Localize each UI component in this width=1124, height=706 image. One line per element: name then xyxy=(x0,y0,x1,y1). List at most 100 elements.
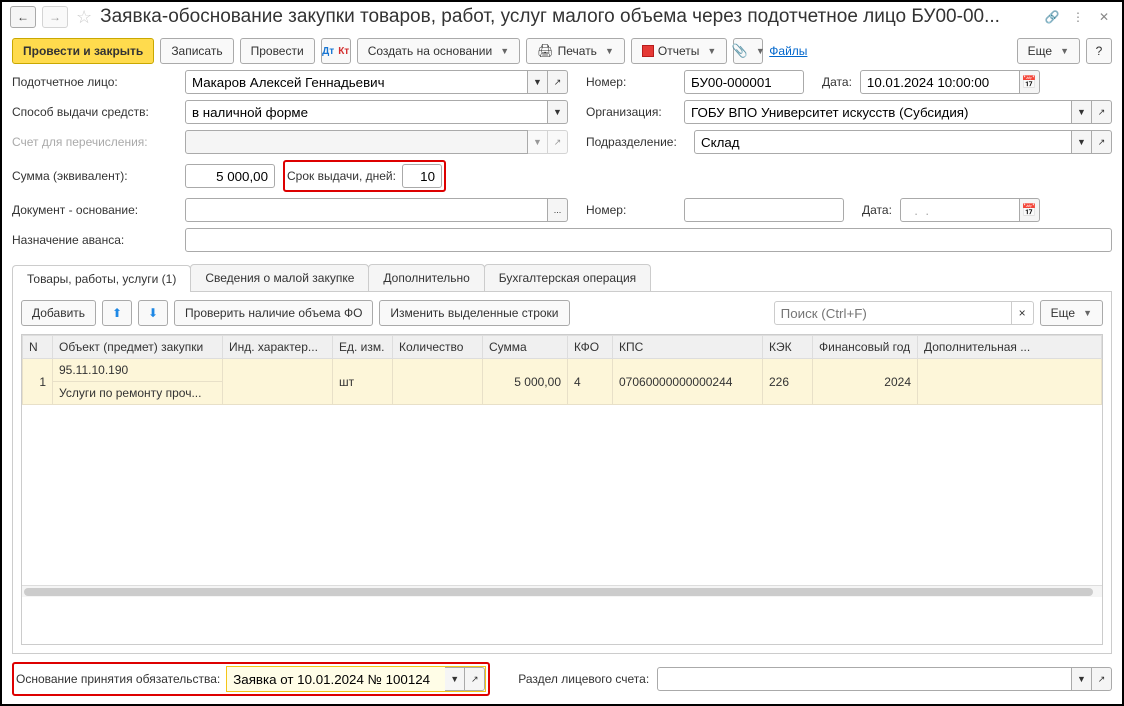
dropdown-button[interactable]: ▼ xyxy=(1072,130,1092,154)
open-button[interactable]: ↗ xyxy=(1092,667,1112,691)
docnum-label: Номер: xyxy=(586,203,676,217)
tab-accounting[interactable]: Бухгалтерская операция xyxy=(484,264,651,291)
docbase-input[interactable] xyxy=(185,198,548,222)
help-button[interactable]: ? xyxy=(1086,38,1112,64)
tab-more-button[interactable]: Еще▼ xyxy=(1040,300,1103,326)
basis-input[interactable] xyxy=(227,667,445,691)
calendar-button[interactable] xyxy=(1020,70,1040,94)
date-input[interactable] xyxy=(860,70,1020,94)
close-icon[interactable]: ✕ xyxy=(1094,7,1114,27)
col-kfo[interactable]: КФО xyxy=(568,336,613,359)
cell-extra xyxy=(918,359,1102,405)
accountable-label: Подотчетное лицо: xyxy=(12,75,177,89)
col-extra[interactable]: Дополнительная ... xyxy=(918,336,1102,359)
chevron-down-icon: ▼ xyxy=(1060,46,1069,56)
print-button[interactable]: Печать▼ xyxy=(526,38,625,64)
cell-n: 1 xyxy=(23,359,53,405)
number-label: Номер: xyxy=(586,75,676,89)
files-link[interactable]: Файлы xyxy=(769,44,807,58)
title-bar: ← → ☆ Заявка-обоснование закупки товаров… xyxy=(2,2,1122,32)
tab-goods[interactable]: Товары, работы, услуги (1) xyxy=(12,265,191,292)
tab-purchase-info[interactable]: Сведения о малой закупке xyxy=(190,264,369,291)
submit-button[interactable]: Провести xyxy=(240,38,315,64)
reports-button[interactable]: Отчеты▼ xyxy=(631,38,727,64)
report-icon xyxy=(642,45,654,57)
search-input[interactable] xyxy=(774,301,1012,325)
account-label: Счет для перечисления: xyxy=(12,135,177,149)
nav-back-button[interactable]: ← xyxy=(10,6,36,28)
table-row[interactable]: 1 95.11.10.190 шт 5 000,00 4 07060000000… xyxy=(23,359,1102,382)
cell-kps: 07060000000000244 xyxy=(613,359,763,405)
move-up-button[interactable]: ⬆ xyxy=(102,300,132,326)
org-input[interactable] xyxy=(684,100,1072,124)
open-button[interactable]: ↗ xyxy=(1092,130,1112,154)
method-input[interactable] xyxy=(185,100,548,124)
docnum-input[interactable] xyxy=(684,198,844,222)
period-label: Срок выдачи, дней: xyxy=(287,169,396,183)
chevron-down-icon: ▼ xyxy=(707,46,716,56)
h-scrollbar[interactable] xyxy=(22,585,1102,597)
dropdown-button[interactable]: ▼ xyxy=(1072,100,1092,124)
link-icon[interactable]: 🔗 xyxy=(1042,7,1062,27)
edit-rows-button[interactable]: Изменить выделенные строки xyxy=(379,300,569,326)
dropdown-button[interactable]: ▼ xyxy=(548,100,568,124)
number-input[interactable] xyxy=(684,70,804,94)
create-based-button[interactable]: Создать на основании▼ xyxy=(357,38,520,64)
open-button: ↗ xyxy=(548,130,568,154)
favorite-icon[interactable]: ☆ xyxy=(76,7,92,28)
org-label: Организация: xyxy=(586,105,676,119)
tabs: Товары, работы, услуги (1) Сведения о ма… xyxy=(12,264,1112,292)
dtkt-button[interactable]: ДтКт xyxy=(321,38,351,64)
cell-sum: 5 000,00 xyxy=(483,359,568,405)
accountable-input[interactable] xyxy=(185,70,528,94)
attach-button[interactable]: ▼ xyxy=(733,38,763,64)
more-button[interactable]: Еще▼ xyxy=(1017,38,1080,64)
dropdown-button[interactable]: ▼ xyxy=(445,667,465,691)
col-kps[interactable]: КПС xyxy=(613,336,763,359)
period-input[interactable] xyxy=(402,164,442,188)
dept-label: Подразделение: xyxy=(586,135,686,149)
submit-close-button[interactable]: Провести и закрыть xyxy=(12,38,154,64)
col-ind[interactable]: Инд. характер... xyxy=(223,336,333,359)
col-unit[interactable]: Ед. изм. xyxy=(333,336,393,359)
nav-forward-button[interactable]: → xyxy=(42,6,68,28)
save-button[interactable]: Записать xyxy=(160,38,233,64)
col-object[interactable]: Объект (предмет) закупки xyxy=(53,336,223,359)
ellipsis-button[interactable]: ... xyxy=(548,198,568,222)
dropdown-button[interactable]: ▼ xyxy=(528,70,548,94)
sum-input[interactable] xyxy=(185,164,275,188)
account-section-input[interactable] xyxy=(657,667,1072,691)
cell-unit: шт xyxy=(333,359,393,405)
chevron-down-icon: ▼ xyxy=(756,46,765,56)
docdate-input[interactable] xyxy=(900,198,1020,222)
add-button[interactable]: Добавить xyxy=(21,300,96,326)
open-button[interactable]: ↗ xyxy=(465,667,485,691)
dept-input[interactable] xyxy=(694,130,1072,154)
check-volume-button[interactable]: Проверить наличие объема ФО xyxy=(174,300,373,326)
advance-input[interactable] xyxy=(185,228,1112,252)
dropdown-button[interactable]: ▼ xyxy=(1072,667,1092,691)
move-down-button[interactable]: ⬇ xyxy=(138,300,168,326)
col-kek[interactable]: КЭК xyxy=(763,336,813,359)
form-body: Подотчетное лицо: ▼ ↗ Номер: Дата: Спосо… xyxy=(2,70,1122,704)
col-n[interactable]: N xyxy=(23,336,53,359)
col-finyear[interactable]: Финансовый год xyxy=(813,336,918,359)
search-clear-button[interactable]: × xyxy=(1012,301,1034,325)
cell-kfo: 4 xyxy=(568,359,613,405)
period-highlight: Срок выдачи, дней: xyxy=(283,160,446,192)
kebab-icon[interactable]: ⋮ xyxy=(1068,7,1088,27)
open-button[interactable]: ↗ xyxy=(548,70,568,94)
calendar-icon xyxy=(1022,75,1037,89)
sum-label: Сумма (эквивалент): xyxy=(12,169,177,183)
account-section-label: Раздел лицевого счета: xyxy=(518,672,649,686)
cell-kek: 226 xyxy=(763,359,813,405)
col-qty[interactable]: Количество xyxy=(393,336,483,359)
calendar-button[interactable] xyxy=(1020,198,1040,222)
tab-additional[interactable]: Дополнительно xyxy=(368,264,484,291)
account-input xyxy=(185,130,528,154)
cell-finyear: 2024 xyxy=(813,359,918,405)
col-sum[interactable]: Сумма xyxy=(483,336,568,359)
arrow-down-icon: ⬇ xyxy=(148,306,158,320)
open-button[interactable]: ↗ xyxy=(1092,100,1112,124)
advance-label: Назначение аванса: xyxy=(12,233,177,247)
